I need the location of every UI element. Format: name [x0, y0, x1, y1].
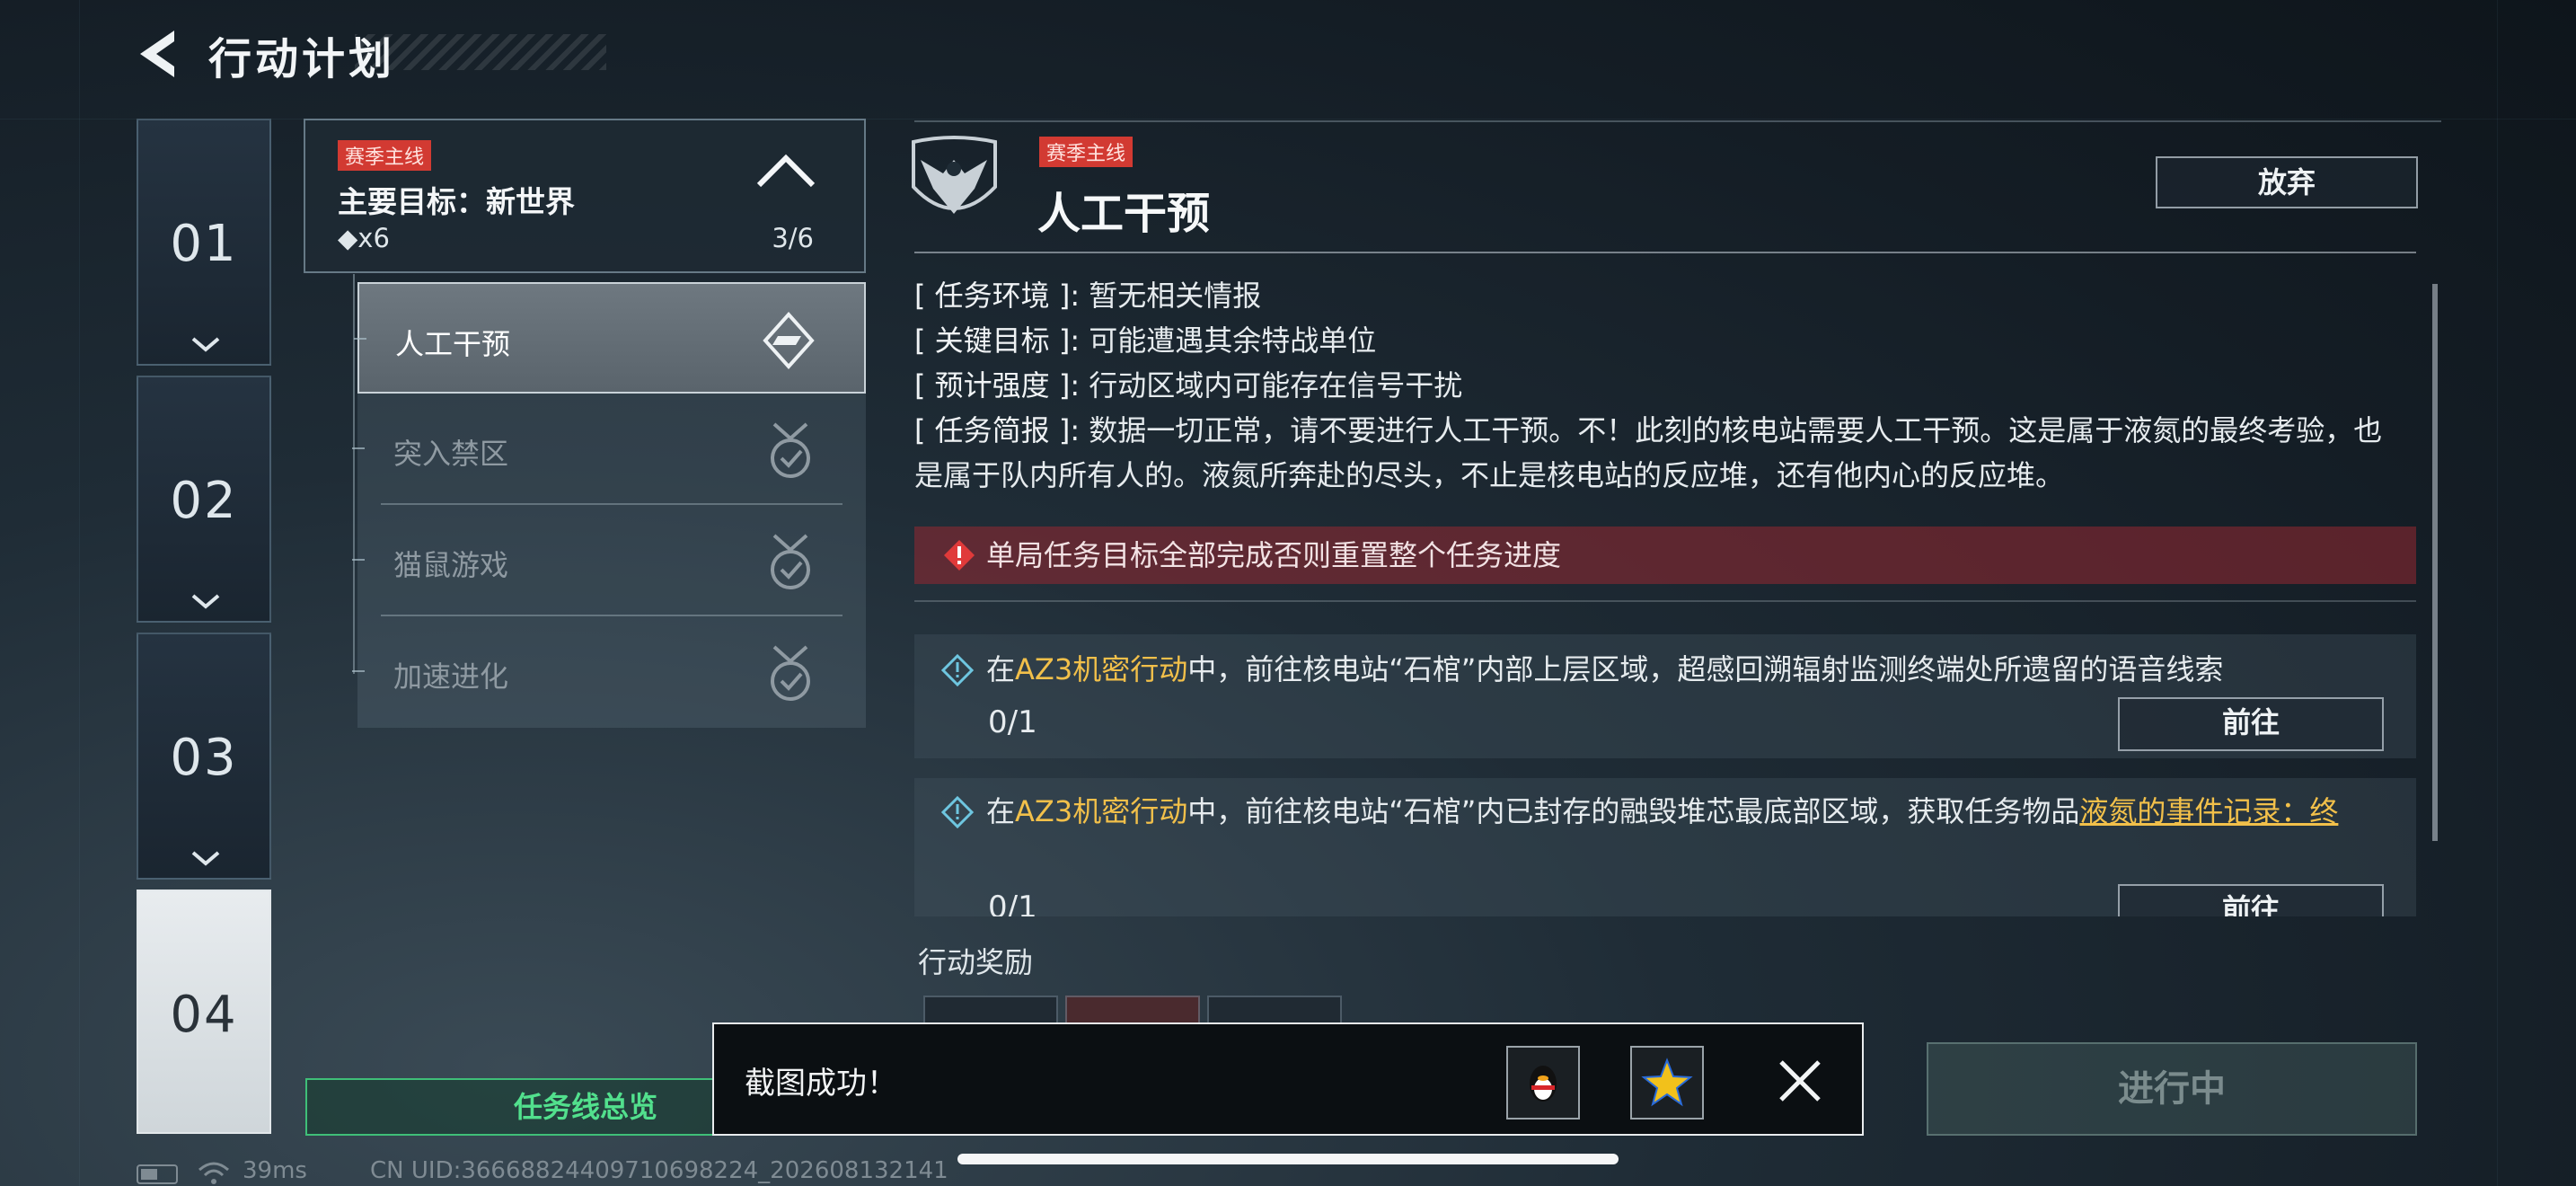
tree-tick: [352, 447, 365, 449]
in-progress-button: 进行中: [1927, 1042, 2417, 1136]
chapter-tab-04[interactable]: 04: [137, 890, 271, 1134]
scrollbar[interactable]: [2432, 284, 2438, 841]
objective-text-body: 中，前往核电站“石棺”内已封存的融毁堆芯最底部区域，获取任务物品: [1187, 794, 2080, 828]
completed-medal-icon: [771, 422, 810, 478]
panel-top-border: [914, 120, 2441, 122]
season-main-tag: 赛季主线: [1039, 137, 1134, 167]
objective-text: 在AZ3机密行动中，前往核电站“石棺”内部上层区域，超感回溯辐射监测终端处所遗留…: [986, 647, 2387, 692]
uid-text: CN UID:3666882440971069822​4_20260813214…: [370, 1157, 948, 1184]
chapter-tab-03[interactable]: 03: [137, 633, 271, 880]
back-arrow-icon[interactable]: [135, 27, 180, 81]
objective-diamond-icon: [941, 796, 974, 828]
chapter-number: 03: [170, 729, 238, 787]
info-value: 数据一切正常，请不要进行人工干预。不！此刻的核电站需要人工干预。这是属于液氮的最…: [914, 413, 2383, 492]
objective-item: 在AZ3机密行动中，前往核电站“石棺”内部上层区域，超感回溯辐射监测终端处所遗留…: [914, 634, 2416, 758]
sub-mission-label: 人工干预: [395, 327, 511, 361]
chevron-down-icon: [191, 594, 220, 609]
chevron-up-icon[interactable]: [754, 151, 817, 189]
warning-icon: [944, 540, 975, 571]
tree-connector: [353, 274, 355, 674]
divider: [914, 252, 2416, 253]
info-row-environment: [ 任务环境 ]: 暂无相关情报: [914, 273, 1261, 318]
objective-text-pre: 在: [986, 652, 1016, 686]
sub-mission-item[interactable]: 突入禁区: [352, 394, 866, 505]
screenshot-toast: 截图成功！: [712, 1022, 1864, 1136]
warning-banner: 单局任务目标全部完成否则重置整个任务进度: [914, 527, 2416, 584]
info-value: 行动区域内可能存在信号干扰: [1089, 368, 1463, 403]
sub-mission-label: 猫鼠游戏: [393, 548, 509, 582]
operation-name: AZ3机密行动: [1015, 794, 1188, 828]
qzone-star-icon: [1641, 1058, 1693, 1107]
battery-icon: [137, 1164, 178, 1184]
warning-text: 单局任务目标全部完成否则重置整个任务进度: [986, 538, 1562, 572]
objective-progress: 0/1: [988, 890, 1037, 916]
main-goal-text: 主要目标：新世界: [338, 184, 575, 219]
chevron-down-icon: [191, 851, 220, 866]
abandon-button[interactable]: 放弃: [2156, 156, 2418, 208]
objective-item: 在AZ3机密行动中，前往核电站“石棺”内已封存的融毁堆芯最底部区域，获取任务物品…: [914, 778, 2416, 916]
season-main-tag: 赛季主线: [338, 140, 432, 171]
mission-title: 人工干预: [1037, 189, 1211, 239]
info-key: [ 任务简报 ]:: [914, 413, 1081, 447]
divider: [914, 600, 2416, 602]
tree-tick: [354, 338, 366, 340]
goto-button[interactable]: 前往: [2118, 884, 2384, 916]
bg-grid-line: [79, 0, 80, 1186]
qzone-share-button[interactable]: [1630, 1046, 1704, 1120]
eagle-emblem-icon: [912, 136, 997, 214]
sub-mission-item[interactable]: 人工干预: [354, 282, 866, 394]
toast-message: 截图成功！: [745, 1066, 897, 1102]
main-reward: ◆x6: [338, 223, 390, 253]
in-progress-diamond-icon: [763, 312, 815, 369]
main-mission-card[interactable]: 赛季主线 主要目标：新世界 ◆x6 3/6: [304, 119, 866, 273]
objective-text-body: 中，前往核电站“石棺”内部上层区域，超感回溯辐射监测终端处所遗留的语音线索: [1187, 652, 2224, 686]
mission-item-link[interactable]: 液氮的事件记录：终: [2079, 794, 2338, 828]
info-key: [ 预计强度 ]:: [914, 368, 1081, 403]
home-indicator[interactable]: [957, 1154, 1619, 1164]
chapter-tab-02[interactable]: 02: [137, 376, 271, 623]
objective-progress: 0/1: [988, 704, 1037, 740]
sub-mission-item[interactable]: 加速进化: [352, 616, 866, 728]
chapter-number: 01: [170, 215, 238, 273]
info-key: [ 任务环境 ]:: [914, 279, 1081, 313]
sub-mission-item[interactable]: 猫鼠游戏: [352, 505, 866, 616]
info-key: [ 关键目标 ]:: [914, 323, 1081, 358]
objective-diamond-icon: [941, 654, 974, 686]
info-row-briefing: [ 任务简报 ]: 数据一切正常，请不要进行人工干预。不！此刻的核电站需要人工干…: [914, 408, 2405, 498]
main-progress-count: 3/6: [772, 223, 814, 253]
tree-tick: [352, 559, 365, 561]
qq-penguin-icon: [1530, 1066, 1557, 1102]
info-value: 可能遭遇其余特战单位: [1089, 323, 1377, 358]
info-value: 暂无相关情报: [1089, 279, 1262, 313]
sub-mission-label: 加速进化: [393, 659, 509, 694]
sub-mission-label: 突入禁区: [393, 437, 509, 471]
objective-text-pre: 在: [986, 794, 1016, 828]
info-row-key-target: [ 关键目标 ]: 可能遭遇其余特战单位: [914, 318, 1376, 363]
completed-medal-icon: [771, 645, 810, 701]
close-icon[interactable]: [1776, 1057, 1824, 1105]
info-row-intensity: [ 预计强度 ]: 行动区域内可能存在信号干扰: [914, 363, 1462, 408]
tree-tick: [352, 670, 365, 672]
completed-medal-icon: [771, 534, 810, 589]
chapter-number: 04: [170, 986, 238, 1044]
goto-button[interactable]: 前往: [2118, 697, 2384, 751]
ping-readout: 39ms: [243, 1157, 307, 1184]
chevron-down-icon: [191, 337, 220, 352]
page-title: 行动计划: [208, 34, 396, 84]
operation-name: AZ3机密行动: [1015, 652, 1188, 686]
wifi-icon: [198, 1162, 229, 1184]
bg-grid-line: [2497, 0, 2498, 1186]
qq-share-button[interactable]: [1506, 1046, 1580, 1120]
chapter-number: 02: [170, 472, 238, 530]
chapter-tab-01[interactable]: 01: [137, 119, 271, 366]
rewards-title: 行动奖励: [918, 945, 1034, 979]
objective-text: 在AZ3机密行动中，前往核电站“石棺”内已封存的融毁堆芯最底部区域，获取任务物品…: [986, 789, 2387, 834]
